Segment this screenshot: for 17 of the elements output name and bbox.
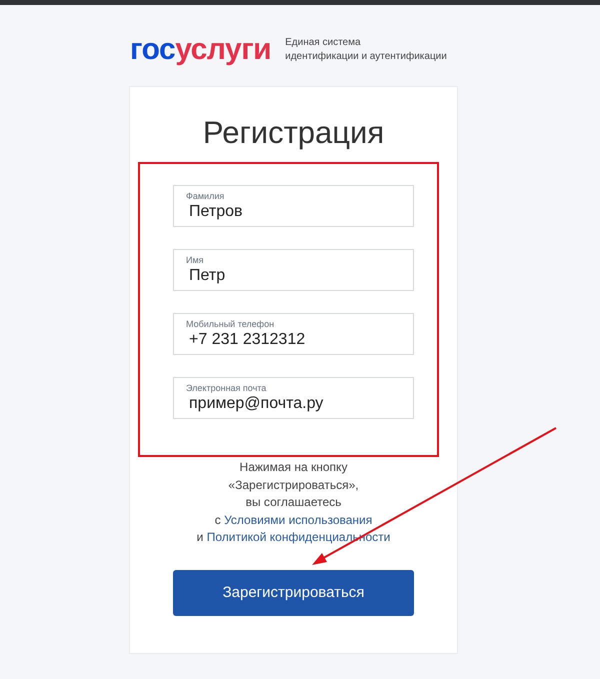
input-field[interactable]: пример@почта.ру: [186, 394, 404, 414]
logo-tagline: Единая система идентификации и аутентификации: [285, 36, 447, 64]
text-field[interactable]: Имя Петр: [173, 249, 414, 291]
input-field[interactable]: +7 231 2312312: [186, 330, 404, 350]
field-label: Фамилия: [186, 191, 226, 202]
field-label: Мобильный телефон: [186, 319, 276, 330]
text-field[interactable]: Мобильный телефон +7 231 2312312: [173, 313, 414, 355]
form-title: Регистрация: [202, 114, 386, 152]
logo: госуслуги: [130, 35, 272, 65]
text-field[interactable]: Фамилия Петров: [173, 185, 414, 227]
field-label: Имя: [186, 255, 205, 266]
terms-link[interactable]: Условиями использования: [224, 512, 372, 526]
text-field[interactable]: Электронная почта пример@почта.ру: [173, 377, 414, 419]
register-button[interactable]: Зарегистрироваться: [173, 570, 414, 616]
input-field[interactable]: Петров: [186, 202, 404, 222]
field-label: Электронная почта: [186, 383, 268, 394]
input-field[interactable]: Петр: [186, 266, 404, 286]
